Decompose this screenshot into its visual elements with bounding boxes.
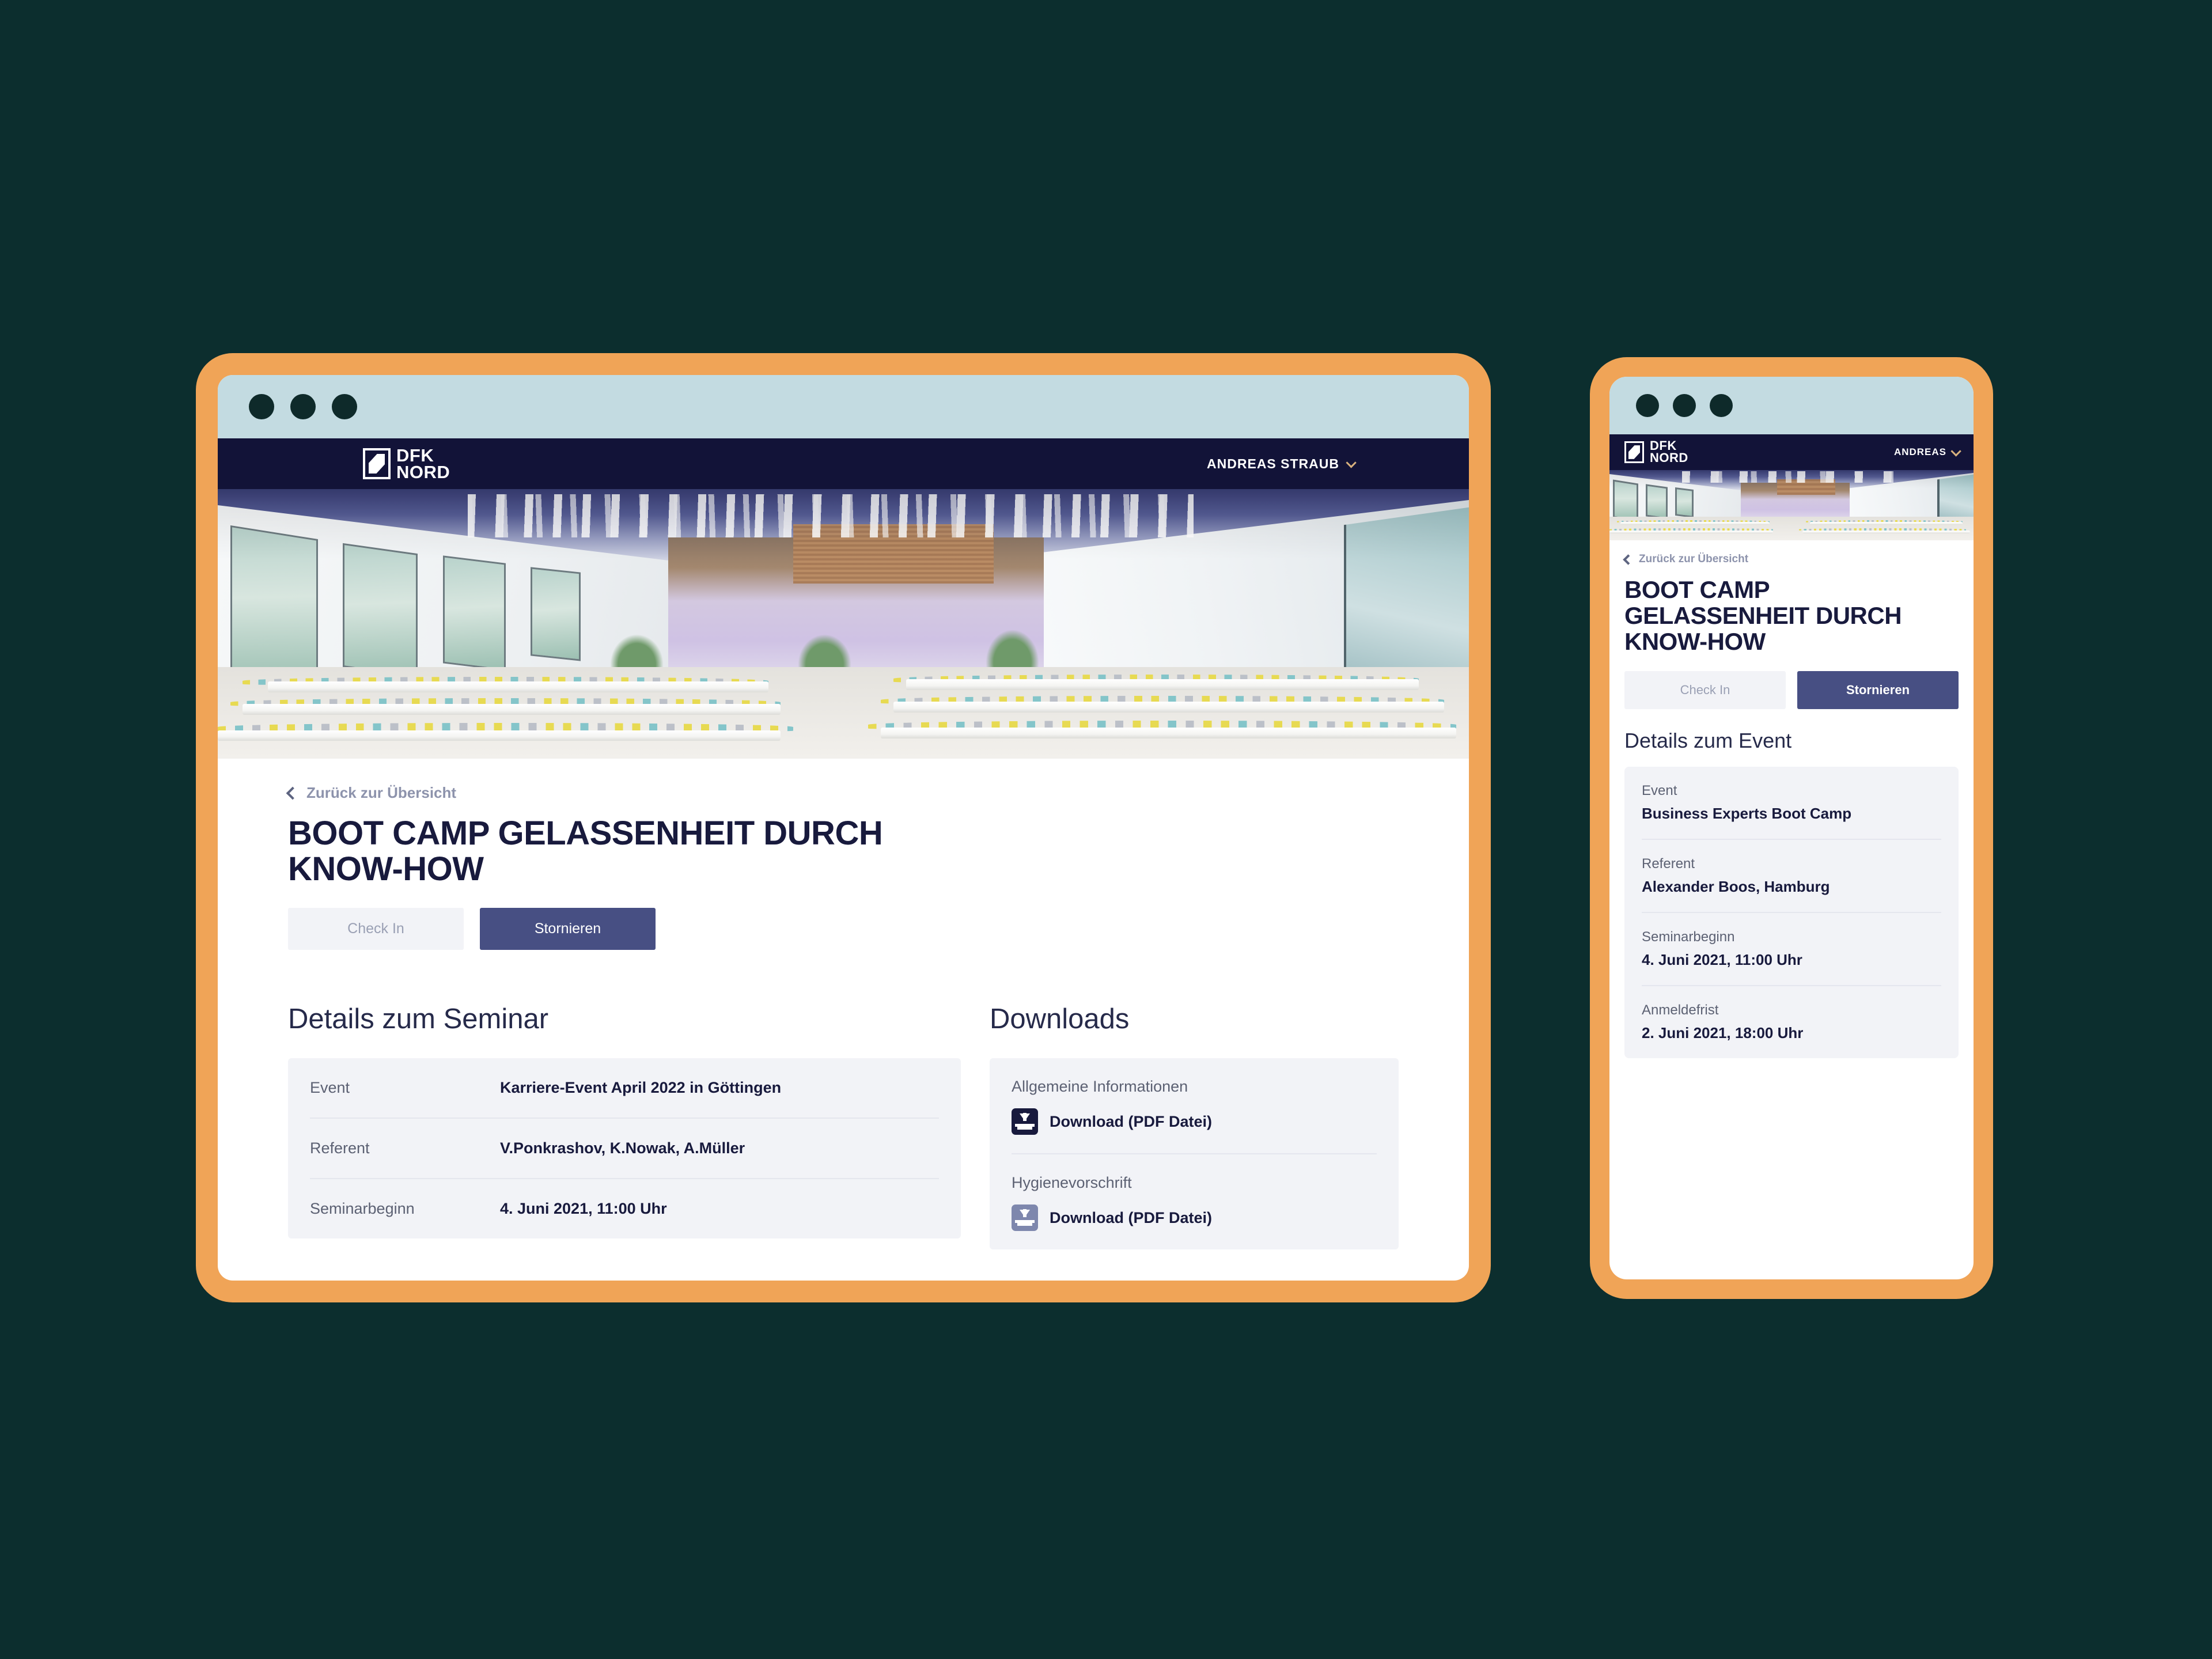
chevron-down-icon	[1950, 445, 1961, 457]
list-item: Event Business Experts Boot Camp	[1642, 767, 1941, 840]
window-minimize-dot[interactable]	[1673, 394, 1696, 417]
cancel-button-desktop[interactable]: Stornieren	[480, 908, 656, 950]
row-value: Alexander Boos, Hamburg	[1642, 877, 1830, 895]
row-label: Referent	[1642, 855, 1695, 872]
logo-line-2: NORD	[1650, 450, 1688, 465]
cancel-button-mobile[interactable]: Stornieren	[1797, 671, 1959, 709]
download-icon	[1012, 1108, 1038, 1135]
back-link-label: Zurück zur Übersicht	[306, 784, 457, 801]
row-value: 4. Juni 2021, 11:00 Uhr	[1642, 950, 1802, 968]
hero-image-mobile	[1609, 470, 1974, 540]
list-item: Referent Alexander Boos, Hamburg	[1642, 840, 1941, 913]
row-value: 2. Juni 2021, 18:00 Uhr	[1642, 1024, 1804, 1041]
download-link-label: Download (PDF Datei)	[1050, 1209, 1212, 1226]
download-icon	[1012, 1205, 1038, 1232]
row-value: V.Ponkrashov, K.Nowak, A.Müller	[500, 1139, 745, 1157]
back-to-overview-link-desktop[interactable]: Zurück zur Übersicht	[286, 784, 1399, 802]
window-maximize-dot[interactable]	[1710, 394, 1733, 417]
downloads-panel: Allgemeine Informationen Download (PDF D…	[990, 1058, 1399, 1250]
user-menu-desktop[interactable]: ANDREAS STRAUB	[1207, 456, 1357, 472]
mobile-site-header: DFK NORD ANDREAS	[1609, 434, 1974, 470]
user-name-label: ANDREAS	[1893, 446, 1946, 457]
desktop-viewport: DFK NORD ANDREAS STRAUB Zurück zur Übers…	[218, 375, 1469, 1281]
row-value: Business Experts Boot Camp	[1642, 804, 1852, 822]
table-row: Referent V.Ponkrashov, K.Nowak, A.Müller	[310, 1119, 939, 1180]
row-value: Karriere-Event April 2022 in Göttingen	[500, 1079, 782, 1097]
hero-image-desktop	[218, 489, 1469, 759]
seminar-details-column: Details zum Seminar Event Karriere-Event…	[288, 1003, 961, 1249]
row-label: Anmeldefrist	[1642, 1002, 1719, 1018]
dfk-nord-logo-mobile[interactable]: DFK NORD	[1624, 440, 1688, 464]
window-close-dot[interactable]	[1636, 394, 1659, 417]
row-value: 4. Juni 2021, 11:00 Uhr	[500, 1200, 667, 1218]
back-to-overview-link-mobile[interactable]: Zurück zur Übersicht	[1623, 553, 1959, 566]
download-caption: Allgemeine Informationen	[1012, 1078, 1188, 1096]
logo-line-2: NORD	[396, 462, 450, 482]
desktop-titlebar	[218, 375, 1469, 438]
row-label: Seminarbeginn	[310, 1200, 415, 1218]
download-link[interactable]: Download (PDF Datei)	[1012, 1205, 1377, 1232]
list-item: Anmeldefrist 2. Juni 2021, 18:00 Uhr	[1642, 986, 1941, 1058]
list-item: Seminarbeginn 4. Juni 2021, 11:00 Uhr	[1642, 913, 1941, 986]
row-label: Event	[1642, 782, 1677, 798]
chevron-left-icon	[1623, 554, 1634, 565]
mobile-titlebar	[1609, 377, 1974, 434]
user-menu-mobile[interactable]: ANDREAS	[1893, 445, 1961, 458]
dfk-logo-mark-icon	[1624, 441, 1644, 463]
check-in-button-mobile[interactable]: Check In	[1624, 671, 1786, 709]
download-caption: Hygienevorschrift	[1012, 1174, 1132, 1192]
chevron-left-icon	[286, 786, 300, 800]
window-minimize-dot[interactable]	[290, 394, 316, 419]
desktop-site-header: DFK NORD ANDREAS STRAUB	[218, 438, 1469, 489]
user-name-label: ANDREAS STRAUB	[1207, 456, 1339, 471]
desktop-browser-window: DFK NORD ANDREAS STRAUB Zurück zur Übers…	[196, 353, 1491, 1302]
check-in-button-desktop[interactable]: Check In	[288, 908, 464, 950]
action-button-row-desktop: Check In Stornieren	[288, 908, 1399, 950]
details-downloads-columns: Details zum Seminar Event Karriere-Event…	[288, 1003, 1399, 1250]
mobile-page-content: Zurück zur Übersicht BOOT CAMP GELASSENH…	[1609, 540, 1974, 1058]
event-details-panel-mobile: Event Business Experts Boot Camp Referen…	[1624, 766, 1959, 1058]
dfk-logo-text: DFK NORD	[396, 446, 450, 482]
row-label: Referent	[310, 1139, 370, 1157]
window-close-dot[interactable]	[249, 394, 274, 419]
dfk-nord-logo[interactable]: DFK NORD	[363, 446, 450, 482]
event-details-title-mobile: Details zum Event	[1624, 728, 1792, 752]
window-maximize-dot[interactable]	[332, 394, 357, 419]
table-row: Event Karriere-Event April 2022 in Götti…	[310, 1058, 939, 1119]
download-link[interactable]: Download (PDF Datei)	[1012, 1108, 1377, 1135]
seminar-details-panel: Event Karriere-Event April 2022 in Götti…	[288, 1058, 961, 1239]
dfk-logo-text: DFK NORD	[1650, 440, 1688, 464]
page-title-desktop: BOOT CAMP GELASSENHEIT DURCH KNOW-HOW	[288, 815, 883, 888]
download-link-label: Download (PDF Datei)	[1050, 1112, 1212, 1130]
page-title-mobile: BOOT CAMP GELASSENHEIT DURCH KNOW-HOW	[1624, 576, 1902, 655]
downloads-column: Downloads Allgemeine Informationen Downl…	[990, 1003, 1399, 1250]
row-label: Event	[310, 1079, 350, 1097]
back-link-label: Zurück zur Übersicht	[1639, 553, 1749, 565]
chevron-down-icon	[1346, 457, 1357, 468]
hero-overlay	[1609, 470, 1974, 540]
row-label: Seminarbeginn	[1642, 929, 1735, 945]
desktop-page-content: Zurück zur Übersicht BOOT CAMP GELASSENH…	[218, 759, 1469, 1250]
downloads-title: Downloads	[990, 1003, 1130, 1035]
download-group: Hygienevorschrift Download (PDF Datei)	[1012, 1154, 1377, 1249]
dfk-logo-mark-icon	[363, 448, 391, 479]
mobile-phone-window: DFK NORD ANDREAS Zurück zur Übersicht BO…	[1590, 357, 1993, 1299]
download-group: Allgemeine Informationen Download (PDF D…	[1012, 1058, 1377, 1155]
action-button-row-mobile: Check In Stornieren	[1624, 671, 1959, 709]
hero-overlay	[218, 489, 1469, 759]
mobile-viewport: DFK NORD ANDREAS Zurück zur Übersicht BO…	[1609, 377, 1974, 1279]
table-row: Seminarbeginn 4. Juni 2021, 11:00 Uhr	[310, 1179, 939, 1238]
seminar-details-title: Details zum Seminar	[288, 1003, 549, 1035]
